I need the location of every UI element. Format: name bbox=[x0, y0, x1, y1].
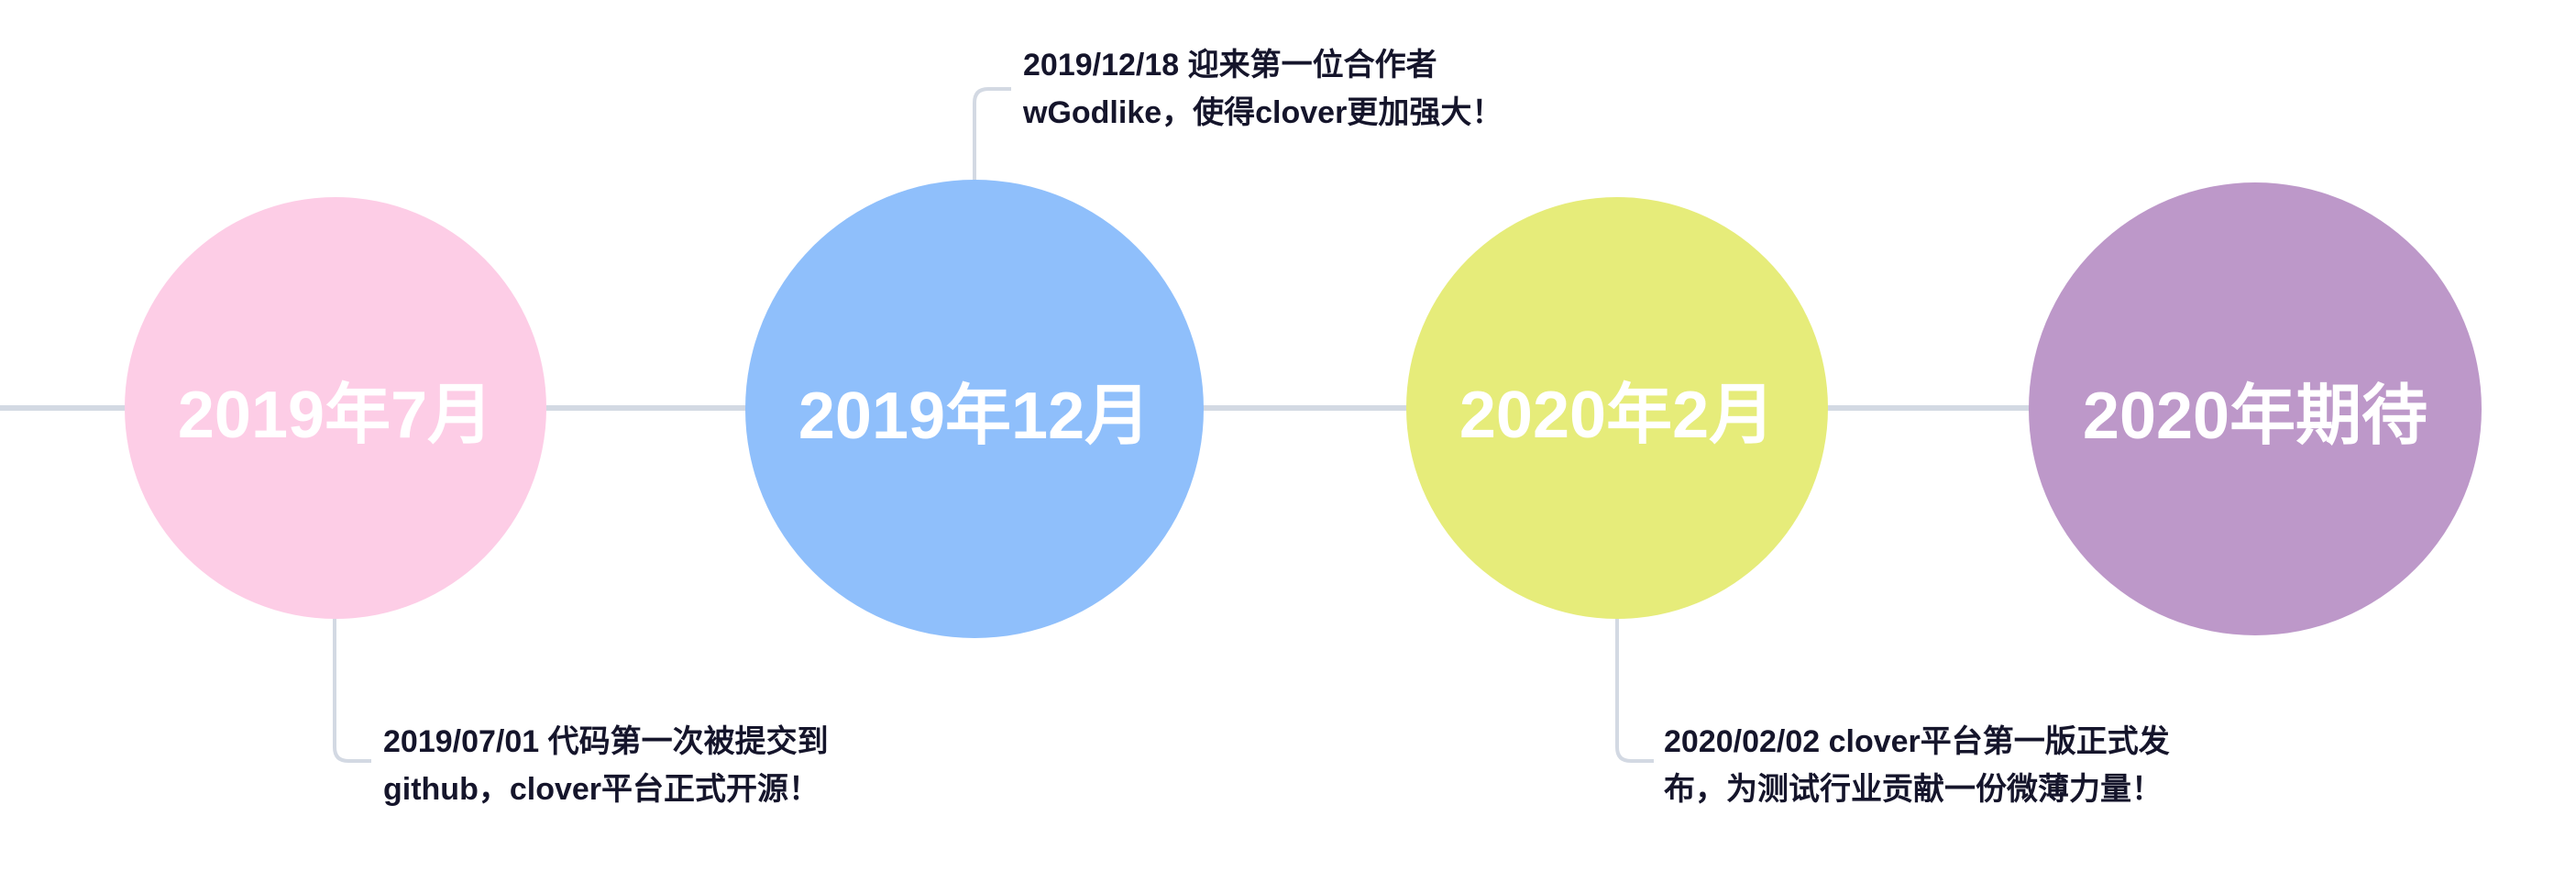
note-line: 2020/02/02 clover平台第一版正式发 bbox=[1664, 724, 2170, 759]
milestone-circle-2019-12: 2019年12月 bbox=[745, 180, 1204, 638]
milestone-circle-2019-07: 2019年7月 bbox=[125, 197, 546, 619]
note-line: github，clover平台正式开源！ bbox=[383, 772, 820, 807]
note-line: wGodlike，使得clover更加强大！ bbox=[1023, 95, 1503, 130]
milestone-label: 2019年7月 bbox=[177, 378, 494, 452]
note-line: 2019/07/01 代码第一次被提交到 bbox=[383, 724, 829, 759]
note-line: 2019/12/18 迎来第一位合作者 bbox=[1023, 48, 1437, 83]
milestone-note-2020-02: 2020/02/02 clover平台第一版正式发 布，为测试行业贡献一份微薄力… bbox=[1664, 718, 2170, 813]
note-line: 布，为测试行业贡献一份微薄力量！ bbox=[1664, 772, 2163, 807]
callout-connector-2020-02 bbox=[1615, 619, 1654, 763]
milestone-note-2019-07: 2019/07/01 代码第一次被提交到 github，clover平台正式开源… bbox=[383, 718, 829, 813]
callout-connector-2019-07 bbox=[333, 619, 371, 763]
callout-connector-2019-12 bbox=[973, 87, 1011, 182]
milestone-label: 2020年2月 bbox=[1459, 378, 1776, 452]
milestone-circle-2020-future: 2020年期待 bbox=[2029, 182, 2482, 635]
milestone-label: 2019年12月 bbox=[798, 379, 1151, 453]
milestone-circle-2020-02: 2020年2月 bbox=[1406, 197, 1828, 619]
milestone-label: 2020年期待 bbox=[2082, 379, 2428, 453]
milestone-note-2019-12: 2019/12/18 迎来第一位合作者 wGodlike，使得clover更加强… bbox=[1023, 41, 1503, 137]
